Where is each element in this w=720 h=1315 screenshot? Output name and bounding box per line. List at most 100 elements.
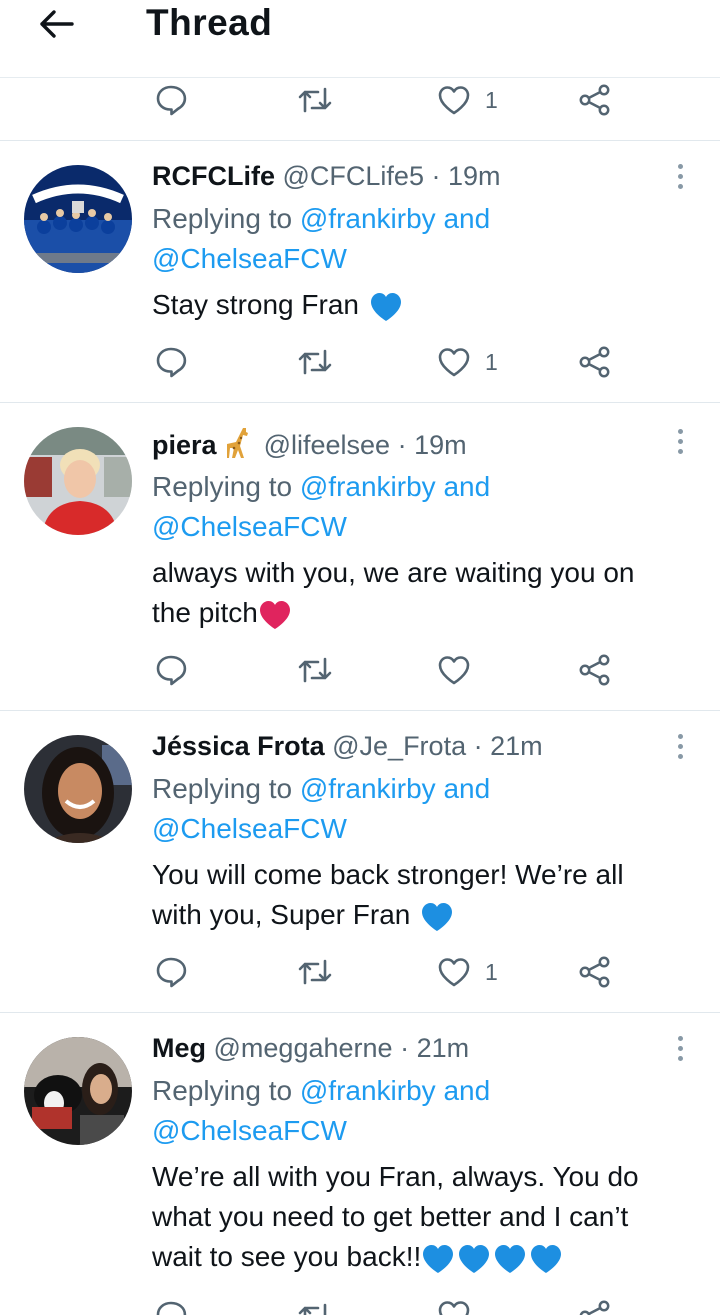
heart-icon — [438, 1301, 470, 1315]
avatar[interactable] — [24, 165, 132, 273]
separator-dot: · — [397, 430, 407, 460]
separator-dot: · — [473, 731, 483, 761]
reply-button[interactable] — [154, 332, 188, 392]
mention-link[interactable]: @frankirby — [300, 471, 436, 502]
blue-heart-icon — [531, 1244, 562, 1273]
reply-button[interactable] — [154, 1297, 188, 1315]
share-icon — [579, 1300, 610, 1315]
reply-button[interactable] — [154, 942, 188, 1002]
reply-icon — [156, 347, 187, 378]
tweet-text-line: with you, Super Fran — [152, 899, 411, 930]
like-button[interactable]: 1 — [437, 70, 498, 130]
separator-dot: · — [431, 161, 441, 191]
user-handle[interactable]: @Je_Frota — [332, 731, 466, 761]
tweet-text-line: the pitch — [152, 597, 258, 628]
reply-button[interactable] — [154, 640, 188, 700]
display-name[interactable]: Jéssica Frota — [152, 731, 325, 761]
retweet-button[interactable] — [296, 640, 334, 700]
and-link[interactable]: and — [443, 1075, 490, 1106]
and-link[interactable]: and — [443, 773, 490, 804]
more-options-button[interactable] — [670, 423, 690, 459]
tweet-text-content: Stay strong Fran — [152, 289, 359, 320]
avatar[interactable] — [24, 427, 132, 535]
thread-header: Thread — [0, 0, 720, 78]
display-name[interactable]: Meg — [152, 1033, 206, 1063]
tweet-text: Stay strong Fran — [152, 285, 686, 325]
user-handle[interactable]: @CFCLife5 — [283, 161, 424, 191]
retweet-icon — [298, 657, 332, 683]
share-button[interactable] — [578, 942, 612, 1002]
mention-link[interactable]: @frankirby — [300, 773, 436, 804]
mention-link[interactable]: @ChelseaFCW — [152, 1115, 347, 1146]
tweet-text-line: always with you, we are waiting you on — [152, 557, 635, 588]
share-icon — [579, 956, 610, 988]
avatar-image — [24, 735, 132, 843]
more-options-button[interactable] — [670, 728, 690, 764]
heart-icon — [438, 958, 470, 987]
timestamp[interactable]: 21m — [417, 1033, 470, 1063]
more-options-button[interactable] — [670, 1030, 690, 1066]
and-link[interactable]: and — [443, 203, 490, 234]
share-button[interactable] — [578, 70, 612, 130]
reply-button[interactable] — [154, 70, 188, 130]
share-button[interactable] — [578, 332, 612, 392]
retweet-button[interactable] — [296, 1297, 334, 1315]
share-button[interactable] — [578, 1297, 612, 1315]
tweet-actions — [0, 640, 720, 700]
tweet-header: Jéssica Frota @Je_Frota · 21m — [152, 728, 660, 764]
tweet-header: RCFCLife @CFCLife5 · 19m — [152, 158, 660, 194]
more-options-button[interactable] — [670, 158, 690, 194]
heart-icon — [438, 656, 470, 685]
back-button[interactable] — [36, 4, 76, 44]
replying-label: Replying to — [152, 1075, 293, 1106]
avatar[interactable] — [24, 1037, 132, 1145]
heart-icon — [438, 348, 470, 377]
tweet-actions: 1 — [0, 70, 720, 130]
blue-heart-icon — [422, 902, 453, 931]
retweet-button[interactable] — [296, 70, 334, 130]
like-button[interactable]: 1 — [437, 942, 498, 1002]
like-button[interactable] — [437, 640, 471, 700]
and-link[interactable]: and — [443, 471, 490, 502]
display-name[interactable]: RCFCLife — [152, 161, 275, 191]
mention-link[interactable]: @ChelseaFCW — [152, 511, 347, 542]
avatar-image — [24, 427, 132, 535]
retweet-icon — [298, 87, 332, 113]
retweet-button[interactable] — [296, 332, 334, 392]
share-button[interactable] — [578, 640, 612, 700]
like-count: 1 — [485, 86, 498, 113]
tweet-actions — [0, 1297, 720, 1315]
timestamp[interactable]: 21m — [490, 731, 543, 761]
blue-heart-icon — [370, 292, 401, 321]
retweet-button[interactable] — [296, 942, 334, 1002]
tweet[interactable]: piera @lifeelsee · 19m Replying to @fran… — [0, 403, 720, 710]
like-count: 1 — [485, 348, 498, 375]
timestamp[interactable]: 19m — [414, 430, 467, 460]
like-count: 1 — [485, 958, 498, 985]
tweet-text-line: You will come back stronger! We’re all — [152, 859, 624, 890]
replying-label: Replying to — [152, 773, 293, 804]
mention-link[interactable]: @frankirby — [300, 203, 436, 234]
tweet[interactable]: RCFCLife @CFCLife5 · 19m Replying to @fr… — [0, 141, 720, 402]
user-handle[interactable]: @lifeelsee — [264, 430, 390, 460]
like-button[interactable] — [437, 1297, 471, 1315]
share-icon — [579, 346, 610, 378]
like-button[interactable]: 1 — [437, 332, 498, 392]
display-name[interactable]: piera — [152, 430, 217, 460]
reply-icon — [156, 1301, 187, 1315]
avatar[interactable] — [24, 735, 132, 843]
page-title: Thread — [146, 2, 273, 43]
mention-link[interactable]: @ChelseaFCW — [152, 243, 347, 274]
timestamp[interactable]: 19m — [448, 161, 501, 191]
tweet-header: piera @lifeelsee · 19m — [152, 426, 660, 463]
mention-link[interactable]: @frankirby — [300, 1075, 436, 1106]
replying-to: Replying to @frankirby and @ChelseaFCW — [152, 199, 680, 279]
tweet[interactable]: Jéssica Frota @Je_Frota · 21m Replying t… — [0, 711, 720, 1012]
share-icon — [579, 84, 610, 116]
tweet[interactable]: Meg @meggaherne · 21m Replying to @frank… — [0, 1013, 720, 1315]
arrow-left-icon — [40, 10, 74, 38]
avatar-image — [24, 1037, 132, 1145]
heart-icon — [438, 86, 470, 115]
user-handle[interactable]: @meggaherne — [214, 1033, 393, 1063]
mention-link[interactable]: @ChelseaFCW — [152, 813, 347, 844]
